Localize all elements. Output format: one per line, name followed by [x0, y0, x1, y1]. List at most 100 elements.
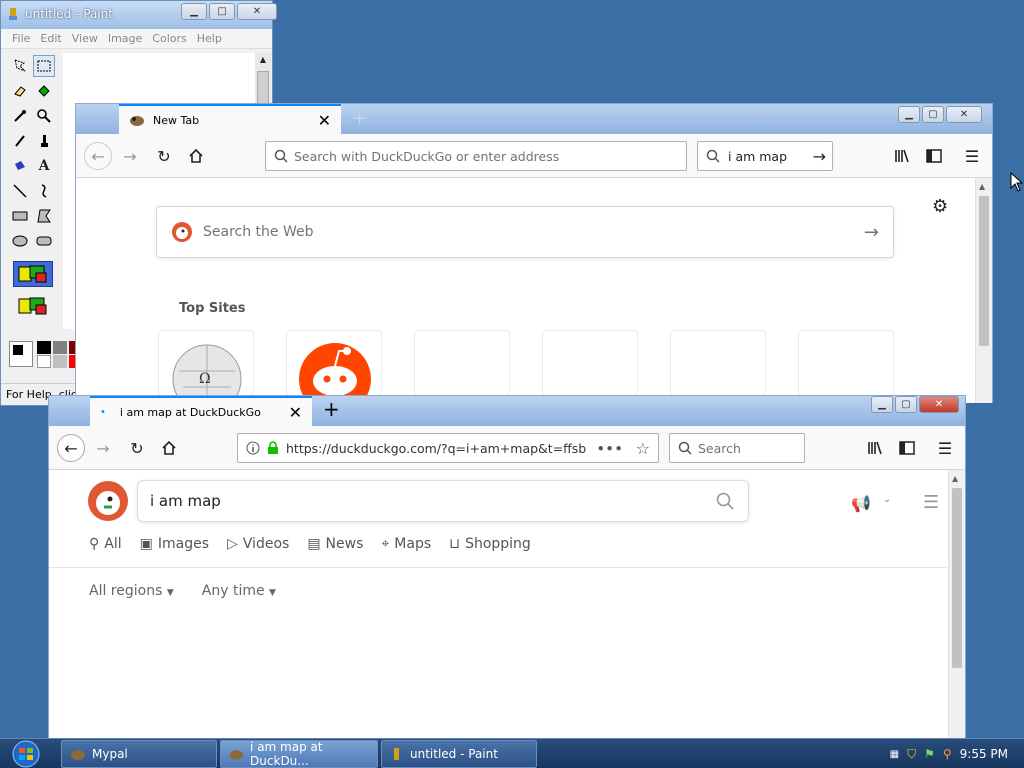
polygon-tool-icon[interactable] — [33, 205, 55, 227]
menu-hamburger-icon[interactable]: ☰ — [958, 142, 986, 170]
search-bar[interactable]: i am map → — [697, 141, 833, 171]
menu-hamburger-icon[interactable]: ☰ — [931, 434, 959, 462]
top-site-empty[interactable] — [670, 330, 766, 396]
paint-close-button[interactable]: ✕ — [237, 3, 277, 20]
menu-file[interactable]: File — [7, 29, 35, 48]
web-search-arrow-icon[interactable]: → — [864, 222, 879, 243]
tab-duckduckgo[interactable]: • i am map at DuckDuckGo ✕ — [90, 396, 312, 426]
duckduckgo-logo-icon[interactable] — [87, 480, 129, 522]
rectangle-tool-icon[interactable] — [9, 205, 31, 227]
back-button[interactable]: ← — [57, 434, 85, 462]
web-search-box[interactable]: Search the Web → — [156, 206, 894, 258]
maximize-button[interactable]: ▢ — [895, 396, 917, 413]
paint-minimize-button[interactable]: ▁ — [181, 3, 207, 20]
time-filter-dropdown[interactable]: Any time ▼ — [202, 583, 276, 599]
search-go-arrow-icon[interactable]: → — [813, 147, 826, 166]
ddg-search-input[interactable]: i am map — [137, 480, 749, 522]
close-button[interactable]: ✕ — [946, 106, 982, 123]
security-shield-icon[interactable]: ⛉ — [907, 747, 916, 762]
menu-edit[interactable]: Edit — [35, 29, 66, 48]
scroll-up-icon[interactable]: ▲ — [257, 55, 269, 67]
taskbar-item-mypal[interactable]: Mypal — [61, 740, 217, 768]
taskbar-item-paint[interactable]: untitled - Paint — [381, 740, 537, 768]
new-tab-plus-icon[interactable]: + — [323, 397, 340, 421]
close-tab-icon[interactable]: ✕ — [318, 111, 331, 130]
ddg-search-icon[interactable] — [716, 492, 734, 510]
tab-shopping[interactable]: ⊔ Shopping — [449, 536, 531, 552]
scroll-thumb[interactable] — [952, 488, 962, 668]
chevron-down-icon[interactable]: ⌄ — [883, 494, 891, 505]
clock[interactable]: 9:55 PM — [960, 747, 1008, 761]
page-actions-icon[interactable]: ••• — [597, 441, 624, 456]
ellipse-tool-icon[interactable] — [9, 230, 31, 252]
keyboard-icon[interactable]: ▦ — [890, 749, 899, 760]
palette-swatch-silver[interactable] — [53, 355, 67, 368]
menu-colors[interactable]: Colors — [147, 29, 191, 48]
palette-swatch-white[interactable] — [37, 355, 51, 368]
megaphone-icon[interactable]: 📢 — [851, 494, 871, 513]
scroll-thumb[interactable] — [979, 196, 989, 346]
ddg-menu-icon[interactable]: ☰ — [923, 492, 939, 513]
region-filter-dropdown[interactable]: All regions ▼ — [89, 583, 174, 599]
tab-maps[interactable]: ⌖ Maps — [381, 536, 431, 552]
scroll-up-icon[interactable]: ▲ — [952, 474, 958, 483]
menu-image[interactable]: Image — [103, 29, 147, 48]
top-site-empty[interactable] — [798, 330, 894, 396]
menu-view[interactable]: View — [67, 29, 103, 48]
network-icon[interactable]: ⚑ — [924, 747, 935, 761]
tab-images[interactable]: ▣ Images — [140, 536, 209, 552]
scroll-up-icon[interactable]: ▲ — [979, 182, 985, 191]
back-button[interactable]: ← — [84, 142, 112, 170]
maximize-button[interactable]: ▢ — [922, 106, 944, 123]
address-bar[interactable]: Search with DuckDuckGo or enter address — [265, 141, 687, 171]
forward-button[interactable]: → — [116, 142, 144, 170]
tab-new-tab[interactable]: New Tab ✕ — [119, 104, 341, 134]
paint-titlebar[interactable]: untitled - Paint ▁ □ ✕ — [1, 1, 277, 29]
tab-news[interactable]: ▤ News — [307, 536, 363, 552]
paint-maximize-button[interactable]: □ — [209, 3, 235, 20]
fill-style-option-icon[interactable] — [13, 261, 53, 287]
library-icon[interactable] — [888, 142, 916, 170]
address-bar[interactable]: https://duckduckgo.com/?q=i+am+map&t=ffs… — [237, 433, 659, 463]
close-button[interactable]: ✕ — [919, 396, 959, 413]
current-colors[interactable] — [9, 341, 33, 367]
brush-tool-icon[interactable] — [33, 130, 55, 152]
minimize-button[interactable]: ▁ — [871, 396, 893, 413]
color-picker-tool-icon[interactable] — [9, 105, 31, 127]
top-site-reddit[interactable] — [286, 330, 382, 396]
palette-swatch-black[interactable] — [37, 341, 51, 354]
line-tool-icon[interactable] — [9, 180, 31, 202]
top-site-empty[interactable] — [414, 330, 510, 396]
home-button[interactable] — [182, 142, 210, 170]
minimize-button[interactable]: ▁ — [898, 106, 920, 123]
newtab-scrollbar[interactable]: ▲ — [975, 178, 992, 403]
taskbar-item-duckduckgo[interactable]: i am map at DuckDu... — [220, 740, 378, 768]
fill-style-option2-icon[interactable] — [13, 293, 53, 319]
settings-gear-icon[interactable]: ⚙ — [932, 196, 948, 217]
home-button[interactable] — [155, 434, 183, 462]
tab-all[interactable]: ⚲ All — [89, 536, 122, 552]
new-tab-plus-icon[interactable]: + — [352, 108, 367, 129]
tab-videos[interactable]: ▷ Videos — [227, 536, 289, 552]
rounded-rectangle-tool-icon[interactable] — [33, 230, 55, 252]
results-scrollbar[interactable]: ▲ — [948, 470, 965, 738]
top-site-wikipedia[interactable]: Ω — [158, 330, 254, 396]
eraser-tool-icon[interactable] — [9, 80, 31, 102]
sidebar-icon[interactable] — [893, 434, 921, 462]
curve-tool-icon[interactable] — [33, 180, 55, 202]
bookmark-star-icon[interactable]: ☆ — [636, 439, 650, 458]
close-tab-icon[interactable]: ✕ — [289, 403, 302, 422]
forward-button[interactable]: → — [89, 434, 117, 462]
magnifier-tool-icon[interactable] — [33, 105, 55, 127]
info-icon[interactable] — [246, 441, 260, 455]
pencil-tool-icon[interactable] — [9, 130, 31, 152]
airbrush-tool-icon[interactable] — [9, 155, 31, 177]
scroll-thumb[interactable] — [257, 71, 269, 107]
select-tool-icon[interactable] — [33, 55, 55, 77]
reload-button[interactable]: ↻ — [150, 142, 178, 170]
reload-button[interactable]: ↻ — [123, 434, 151, 462]
start-button[interactable] — [6, 740, 46, 768]
search-icon[interactable]: ⚲ — [943, 747, 952, 761]
search-bar[interactable]: Search — [669, 433, 805, 463]
palette-swatch-gray[interactable] — [53, 341, 67, 354]
